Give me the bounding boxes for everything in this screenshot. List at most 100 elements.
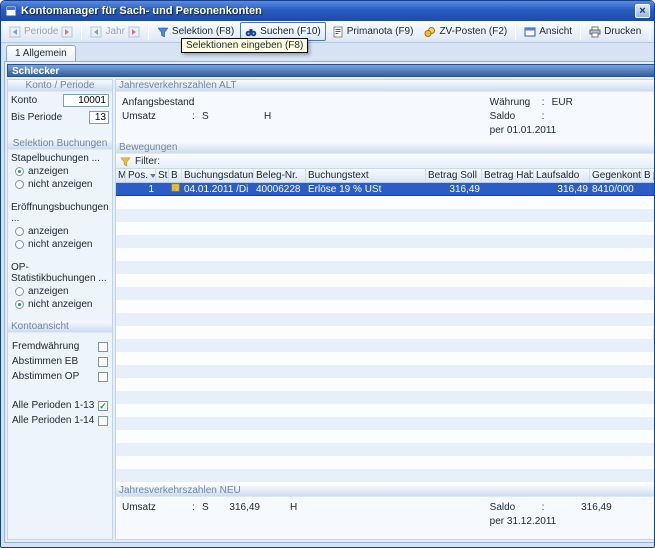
periode-next-icon: [61, 26, 73, 38]
colon: :: [542, 97, 552, 108]
drucken-label: Drucken: [604, 26, 641, 37]
soll-flag: S: [202, 111, 216, 122]
col-m-label: M: [118, 169, 126, 182]
tab-allgemein[interactable]: 1 Allgemein: [6, 45, 76, 61]
cell-pos: 1: [126, 184, 156, 195]
umsatz-neu-value: 316,49: [216, 502, 260, 513]
waehrung-value: EUR: [552, 97, 612, 108]
colon: :: [542, 111, 552, 122]
col-gegenkonto[interactable]: Gegenkonto: [590, 169, 642, 182]
col-beleg-label: Beleg-Nr.: [256, 169, 298, 182]
filter-bar: Filter:: [116, 154, 655, 169]
kontoansicht-header: Kontoansicht: [8, 321, 112, 333]
per-alt-date: per 01.01.2011: [490, 125, 557, 136]
col-beleg[interactable]: Beleg-Nr.: [254, 169, 306, 182]
table-body-empty[interactable]: [116, 196, 655, 485]
primanota-button[interactable]: Primanota (F9): [327, 22, 419, 41]
drucken-button[interactable]: Drucken: [584, 22, 646, 41]
abstimmen-eb-checkbox[interactable]: [98, 357, 108, 367]
konto-input[interactable]: [63, 94, 109, 107]
colon: :: [192, 97, 202, 108]
content-area: Schlecker Konto / Periode Konto Bis Peri…: [1, 61, 654, 547]
perioden-13-row: Alle Perioden 1-13 ✓: [8, 398, 112, 413]
col-st[interactable]: St: [156, 169, 169, 182]
bewegungen-header: Bewegungen: [116, 142, 655, 154]
content-frame: Schlecker Konto / Periode Konto Bis Peri…: [4, 61, 655, 543]
col-b2-label: B: [644, 169, 651, 182]
eroeffnungsbuchungen-group: Eröffnungsbuchungen ... anzeigen nicht a…: [8, 201, 112, 251]
zv-posten-button[interactable]: ZV-Posten (F2): [419, 22, 512, 41]
col-b2[interactable]: B: [642, 169, 655, 182]
bis-periode-label: Bis Periode: [11, 112, 89, 123]
close-button[interactable]: ×: [635, 4, 650, 18]
stapel-nicht-anzeigen-radio[interactable]: [15, 180, 24, 189]
col-pos[interactable]: Pos.: [126, 169, 156, 182]
cell-text: Erlöse 19 % USt: [306, 184, 426, 195]
body-row: Konto / Periode Konto Bis Periode Selekt…: [7, 79, 655, 540]
waehrung-block: Währung : EUR: [490, 97, 655, 108]
col-soll-label: Betrag Soll: [428, 169, 477, 182]
binoculars-icon: [245, 26, 257, 38]
app-window: Kontomanager für Sach- und Personenkonte…: [0, 0, 655, 548]
col-st-label: St: [158, 169, 167, 182]
filter-icon: [157, 26, 169, 38]
op-anzeigen-option: anzeigen: [8, 285, 112, 298]
op-nicht-anzeigen-radio[interactable]: [15, 300, 24, 309]
jahr-button[interactable]: Jahr: [85, 22, 144, 41]
perioden-13-label: Alle Perioden 1-13: [12, 400, 98, 411]
col-datum[interactable]: Buchungsdatum: [182, 169, 254, 182]
op-statistik-group: OP-Statistikbuchungen ... anzeigen nicht…: [8, 261, 112, 311]
eroeffnung-nicht-anzeigen-option: nicht anzeigen: [8, 238, 112, 251]
col-m[interactable]: M: [116, 169, 126, 182]
eroeffnung-anzeigen-label: anzeigen: [28, 226, 69, 237]
cell-gegenkonto: 8410/000: [590, 184, 642, 195]
stapel-anzeigen-label: anzeigen: [28, 166, 69, 177]
stapel-anzeigen-radio[interactable]: [15, 167, 24, 176]
col-text[interactable]: Buchungstext: [306, 169, 426, 182]
col-b-label: B: [171, 169, 178, 182]
fremdwaehrung-checkbox[interactable]: [98, 342, 108, 352]
bis-periode-input[interactable]: [89, 111, 109, 124]
col-gegenkonto-label: Gegenkonto: [592, 169, 642, 182]
perioden-13-checkbox[interactable]: ✓: [98, 401, 108, 411]
eroeffnung-anzeigen-option: anzeigen: [8, 225, 112, 238]
cell-soll: 316,49: [426, 184, 482, 195]
col-laufsaldo[interactable]: Laufsaldo: [534, 169, 590, 182]
document-icon: [332, 26, 344, 38]
saldo-alt-block: Saldo :: [490, 111, 655, 122]
window-title: Kontomanager für Sach- und Personenkonte…: [21, 5, 631, 17]
perioden-14-checkbox[interactable]: [98, 416, 108, 426]
cell-laufsaldo: 316,49: [534, 184, 590, 195]
colon: :: [192, 111, 202, 122]
perioden-14-row: Alle Perioden 1-14: [8, 413, 112, 428]
saldo-neu-label: Saldo: [490, 502, 542, 513]
eroeffnungsbuchungen-label: Eröffnungsbuchungen ...: [8, 201, 112, 225]
coins-icon: [424, 26, 436, 38]
abstimmen-op-label: Abstimmen OP: [12, 371, 98, 382]
anfangsbestand-label: Anfangsbestand: [122, 97, 192, 108]
col-haben[interactable]: Betrag Haben: [482, 169, 534, 182]
col-soll[interactable]: Betrag Soll: [426, 169, 482, 182]
eroeffnung-nicht-anzeigen-radio[interactable]: [15, 240, 24, 249]
main-panel: Jahresverkehrszahlen ALT Anfangsbestand …: [115, 79, 655, 540]
zv-posten-label: ZV-Posten (F2): [439, 26, 507, 37]
booking-row[interactable]: 1 04.01.2011 /Di 40006228 Erlöse 19 % US…: [116, 183, 655, 196]
periode-button[interactable]: Periode: [4, 22, 78, 41]
filter-funnel-icon[interactable]: [120, 156, 131, 167]
app-icon: [5, 5, 17, 17]
col-b[interactable]: B: [169, 169, 182, 182]
jahr-label: Jahr: [105, 26, 124, 37]
selektion-label: Selektion (F8): [172, 26, 234, 37]
eroeffnung-anzeigen-radio[interactable]: [15, 227, 24, 236]
waehrung-label: Währung: [490, 97, 542, 108]
toolbar-separator: [81, 24, 82, 40]
per-neu-row: per 31.12.2011: [122, 514, 655, 528]
ansicht-button[interactable]: Ansicht: [519, 22, 577, 41]
stapel-nicht-anzeigen-option: nicht anzeigen: [8, 178, 112, 191]
per-alt-row: per 01.01.2011: [122, 123, 655, 137]
abstimmen-op-row: Abstimmen OP: [8, 369, 112, 384]
eroeffnung-nicht-anzeigen-label: nicht anzeigen: [28, 239, 93, 250]
op-anzeigen-radio[interactable]: [15, 287, 24, 296]
abstimmen-op-checkbox[interactable]: [98, 372, 108, 382]
colon: :: [542, 502, 552, 513]
